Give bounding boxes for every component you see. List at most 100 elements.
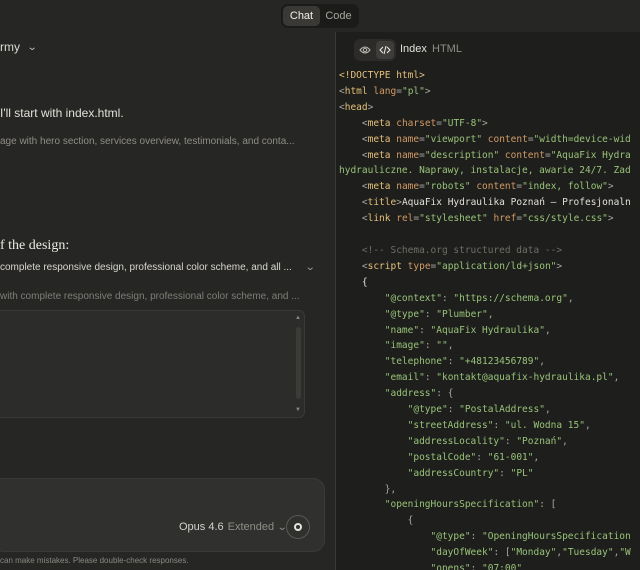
- code-token: <: [339, 181, 368, 193]
- code-line: <title>AquaFix Hydraulika Poznań — Profe…: [339, 195, 631, 211]
- code-token: {: [339, 276, 368, 288]
- artifact-summary-row[interactable]: complete responsive design, professional…: [0, 262, 318, 273]
- tab-chat[interactable]: Chat: [283, 6, 320, 26]
- code-token: :: [476, 451, 488, 463]
- code-line: },: [339, 482, 631, 498]
- code-token: meta: [367, 149, 391, 161]
- code-token: ,: [533, 451, 540, 463]
- model-picker[interactable]: Opus 4.6 Extended ⌄: [179, 521, 288, 533]
- tab-code[interactable]: Code: [320, 6, 357, 26]
- code-line: "@context": "https://schema.org",: [339, 291, 631, 307]
- stop-icon: [294, 523, 302, 531]
- code-line: "postalCode": "61-001",: [339, 450, 631, 466]
- code-pane: Index HTML <!DOCTYPE html> <html lang="pl…: [336, 32, 640, 570]
- code-token: <!DOCTYPE html>: [339, 70, 425, 81]
- code-token: :: [447, 356, 460, 368]
- code-line: "openingHoursSpecification": [: [339, 497, 631, 513]
- code-token: charset: [390, 117, 437, 129]
- code-token: "name": [384, 324, 420, 336]
- code-token: "AquaFix Hydraulika": [430, 324, 545, 336]
- code-token: meta: [367, 117, 391, 129]
- code-token: "+48123456789": [459, 356, 540, 368]
- code-token: content: [499, 149, 545, 161]
- code-line: <script type="application/ld+json">: [339, 259, 631, 275]
- code-token: "@type": [384, 308, 425, 320]
- code-token: "PostalAddress": [459, 404, 545, 416]
- message-composer[interactable]: Opus 4.6 Extended ⌄: [0, 478, 325, 552]
- code-token: : [: [539, 499, 557, 511]
- code-token: >: [367, 101, 374, 113]
- code-token: :: [424, 372, 437, 384]
- stop-button[interactable]: [286, 515, 310, 539]
- code-token: "OpeningHoursSpecification: [482, 531, 631, 543]
- disclaimer-text: can make mistakes. Please double-check r…: [0, 556, 189, 565]
- code-token: hydrauliczne. Naprawy, instalacje, awari…: [339, 165, 631, 177]
- code-token: <: [339, 197, 368, 209]
- code-line: hydrauliczne. Naprawy, instalacje, awari…: [339, 163, 631, 179]
- code-token: head: [344, 101, 368, 113]
- code-token: meta: [367, 181, 391, 193]
- eye-icon[interactable]: [356, 41, 374, 59]
- expanded-content-box[interactable]: ▲ ▼: [0, 310, 305, 418]
- code-token: "Monday": [510, 547, 557, 559]
- assistant-sub-text: age with hero section, services overview…: [0, 136, 295, 147]
- code-line: "@type": "Plumber",: [339, 307, 631, 323]
- scroll-up-icon[interactable]: ▲: [295, 315, 301, 321]
- code-token: title: [367, 197, 397, 209]
- code-line: <meta name="robots" content="index, foll…: [339, 179, 631, 195]
- code-token: "addressLocality": [407, 435, 505, 447]
- code-line: <!-- Schema.org structured data -->: [339, 243, 631, 259]
- code-line: <html lang="pl">: [339, 84, 631, 100]
- code-token: ,: [567, 292, 574, 304]
- code-token: script: [367, 260, 402, 272]
- code-token: "application/ld+json": [436, 260, 557, 272]
- code-token: ,: [447, 340, 454, 352]
- code-token: "opens": [430, 563, 471, 570]
- file-name: Index: [400, 43, 427, 55]
- model-name: Opus 4.6: [179, 521, 224, 533]
- scroll-down-icon[interactable]: ▼: [295, 407, 301, 413]
- code-token: :: [424, 340, 437, 352]
- code-token: },: [339, 483, 397, 495]
- code-token: "https://schema.org": [453, 292, 568, 304]
- code-token: "@type": [430, 531, 471, 543]
- code-token: :: [504, 435, 517, 447]
- code-token: "email": [384, 372, 425, 384]
- code-token: "61-001": [487, 451, 534, 463]
- code-token: :: [447, 404, 460, 416]
- scrollbar-thumb[interactable]: [296, 327, 301, 399]
- code-view[interactable]: <!DOCTYPE html> <html lang="pl"> <head> <m…: [339, 68, 631, 570]
- code-token: ,: [613, 372, 620, 384]
- code-token: "W: [619, 547, 631, 559]
- code-token: <: [339, 213, 368, 225]
- code-token: name: [390, 181, 420, 193]
- artifact-summary-text: complete responsive design, professional…: [0, 262, 292, 273]
- code-token: "width=device-wid: [533, 133, 631, 145]
- chevron-down-icon: ⌄: [304, 262, 316, 273]
- code-token: "pl": [401, 85, 425, 97]
- code-token: <: [339, 260, 368, 272]
- code-token: >: [607, 213, 614, 225]
- code-token: "image": [384, 340, 425, 352]
- code-token: "AquaFix Hydra: [550, 149, 631, 161]
- code-line: <meta charset="UTF-8">: [339, 116, 631, 132]
- code-token: :: [419, 324, 431, 336]
- code-line: <link rel="stylesheet" href="css/style.c…: [339, 211, 631, 227]
- code-icon[interactable]: [376, 41, 394, 59]
- artifact-summary-muted: with complete responsive design, profess…: [0, 291, 300, 302]
- code-token: "openingHoursSpecification": [384, 499, 540, 511]
- code-token: "viewport": [424, 133, 483, 145]
- code-token: "Poznań": [516, 435, 563, 447]
- code-token: >: [556, 260, 563, 272]
- project-selector[interactable]: rmy ⌄: [0, 40, 38, 54]
- code-token: rel: [390, 213, 414, 225]
- code-token: "index, follow": [522, 181, 608, 193]
- code-line: "image": "",: [339, 338, 631, 354]
- code-token: :: [493, 419, 505, 431]
